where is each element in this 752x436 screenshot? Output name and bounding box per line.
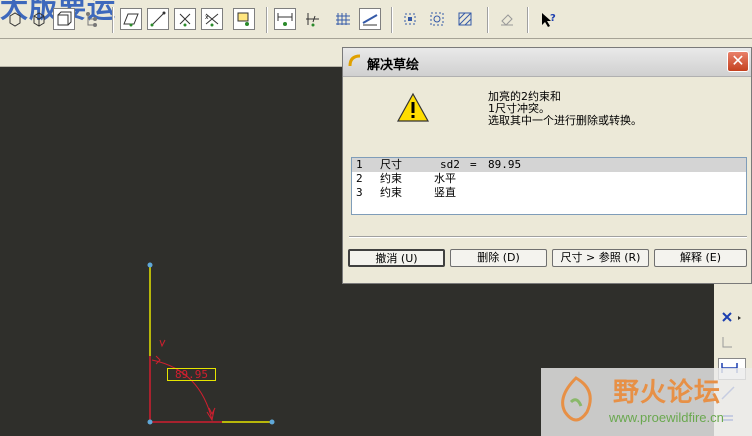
item-equals: = — [470, 158, 477, 171]
explain-button[interactable]: 解释 (E) — [654, 249, 747, 267]
delete-button[interactable]: 删除 (D) — [450, 249, 547, 267]
undo-button[interactable]: 撤消 (U) — [348, 249, 445, 267]
watermark-logo-icon — [561, 376, 592, 422]
item-name: 竖直 — [434, 186, 456, 199]
constraint-x-icon[interactable] — [718, 308, 746, 330]
dialog-title: 解决草绘 — [367, 58, 420, 73]
vertical-constraint-icon — [159, 339, 166, 348]
conflict-message: 加亮的2约束和 1尺寸冲突。 选取其中一个进行删除或转换。 — [488, 91, 642, 127]
resolve-sketch-dialog: 解决草绘 ✕ 加亮的2约束和 1尺寸冲突。 选取其中一个进行删除或转换。 1 尺… — [342, 47, 752, 284]
watermark-url: www.proewildfire.cn — [609, 410, 724, 425]
angle-icon[interactable] — [718, 333, 746, 355]
constraint-mark — [155, 355, 161, 365]
endpoint-right — [269, 419, 275, 425]
item-number: 1 — [356, 158, 363, 171]
dialog-titlebar[interactable]: 解决草绘 ✕ — [343, 48, 751, 77]
list-item[interactable]: 1 尺寸 sd2 = 89.95 — [352, 158, 746, 172]
proe-logo-icon — [348, 54, 361, 67]
item-name: 水平 — [434, 172, 456, 185]
dialog-divider — [349, 236, 747, 238]
list-item[interactable]: 3 约束 竖直 — [352, 186, 746, 200]
item-type: 约束 — [380, 172, 402, 185]
item-type: 约束 — [380, 186, 402, 199]
dimension-label[interactable]: 89.95 — [167, 368, 216, 381]
close-button[interactable]: ✕ — [727, 51, 749, 72]
item-number: 2 — [356, 172, 363, 185]
item-name: sd2 — [440, 158, 460, 171]
endpoint-top — [147, 262, 153, 268]
forum-watermark: 野火论坛 www.proewildfire.cn — [541, 368, 752, 436]
item-type: 尺寸 — [380, 158, 402, 171]
conflict-list[interactable]: 1 尺寸 sd2 = 89.95 2 约束 水平 3 约束 竖直 — [351, 157, 747, 215]
warning-icon — [396, 92, 430, 122]
watermark-text: 野火论坛 — [613, 378, 722, 408]
list-item[interactable]: 2 约束 水平 — [352, 172, 746, 186]
message-line: 选取其中一个进行删除或转换。 — [488, 114, 642, 127]
endpoint-corner — [147, 419, 153, 425]
item-value: 89.95 — [488, 158, 522, 171]
item-number: 3 — [356, 186, 363, 199]
dim-to-reference-button[interactable]: 尺寸 > 参照 (R) — [552, 249, 649, 267]
